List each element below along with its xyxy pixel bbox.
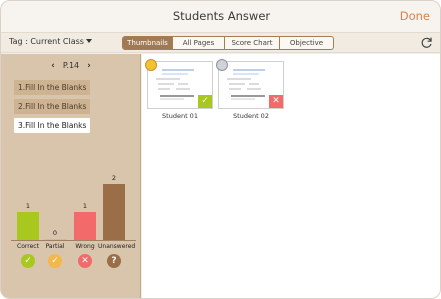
chart-bar-value: 1 — [25, 202, 31, 210]
correct-check-icon: ✓ — [198, 95, 212, 108]
chart-category-label: Partial — [45, 243, 65, 250]
tab-score-chart[interactable]: Score Chart — [225, 37, 280, 49]
refresh-icon[interactable] — [420, 36, 433, 49]
tab-thumbnails[interactable]: Thumbnails — [123, 37, 173, 49]
app-window: Students Answer Done Tag : Current Class… — [0, 0, 441, 299]
view-tabs: Thumbnails All Pages Score Chart Objecti… — [122, 36, 334, 50]
title-bar: Students Answer Done — [1, 1, 440, 33]
chart-bar-partial — [44, 239, 66, 240]
chart-bar-wrong — [74, 212, 96, 240]
wrong-status-icon[interactable]: ✕ — [78, 254, 92, 268]
toolbar: Tag : Current Class Thumbnails All Pages… — [1, 33, 440, 53]
chart-bar-unanswered — [103, 184, 125, 240]
chart-category-label: Wrong — [75, 243, 95, 250]
chart-bar-value: 1 — [82, 202, 88, 210]
student-thumbnail[interactable]: ✕ — [216, 59, 284, 109]
chart-bar-value: 0 — [52, 229, 58, 237]
page-title: Students Answer — [172, 9, 271, 23]
question-sidebar: ‹ P.14 › 1.Fill In the Blanks 2.Fill In th… — [1, 54, 141, 298]
tag-selector-label: Tag : Current Class — [9, 37, 84, 46]
answer-stats-chart: 1 Correct ✓ 0 Partial ✓ 1 Wrong ✕ 2 Unanswered? — [1, 164, 141, 294]
student-thumbnail[interactable]: ✓ — [145, 59, 213, 109]
page-number: P.14 — [62, 61, 80, 70]
wrong-cross-icon: ✕ — [269, 95, 283, 108]
done-button[interactable]: Done — [400, 9, 430, 23]
chart-bar-value: 2 — [111, 174, 117, 182]
correct-status-icon[interactable]: ✓ — [21, 254, 35, 268]
chevron-right-icon[interactable]: › — [87, 61, 91, 71]
partial-status-icon[interactable]: ✓ — [48, 254, 62, 268]
question-item-3[interactable]: 3.Fill In the Blanks — [14, 118, 91, 133]
student-name: Student 02 — [233, 112, 269, 120]
unanswered-status-icon[interactable]: ? — [107, 254, 121, 268]
tab-objective[interactable]: Objective — [280, 37, 333, 49]
question-item-2[interactable]: 2.Fill In the Blanks — [14, 99, 91, 114]
question-item-1[interactable]: 1.Fill In the Blanks — [14, 80, 91, 95]
gold-medal-icon — [145, 59, 157, 71]
chevron-left-icon[interactable]: ‹ — [51, 61, 55, 71]
chart-category-label: Unanswered — [98, 243, 136, 250]
silver-medal-icon — [216, 59, 228, 71]
chart-bar-correct — [17, 212, 39, 240]
student-name: Student 01 — [162, 112, 198, 120]
page-navigator: ‹ P.14 › — [1, 61, 141, 71]
tab-all-pages[interactable]: All Pages — [173, 37, 225, 49]
chart-baseline — [11, 240, 136, 241]
tag-selector[interactable]: Tag : Current Class — [9, 37, 92, 46]
caret-down-icon — [85, 39, 92, 43]
student-thumbnail-grid: ✓ Student 01 ✕ Student 02 — [142, 54, 440, 298]
